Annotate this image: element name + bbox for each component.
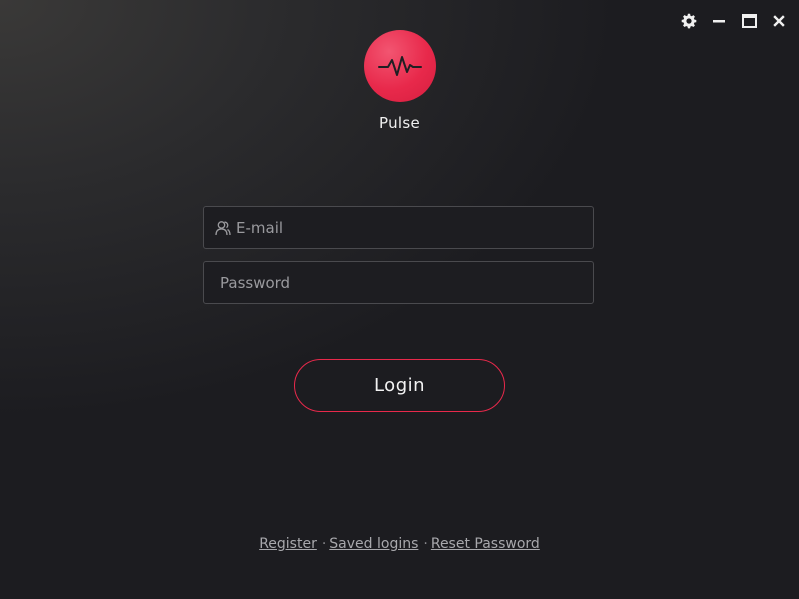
settings-button[interactable]	[679, 11, 699, 31]
link-separator: ·	[423, 536, 428, 552]
app-logo	[363, 30, 436, 102]
saved-logins-link[interactable]: Saved logins	[329, 536, 418, 552]
app-branding: Pulse	[0, 30, 799, 132]
email-input[interactable]	[236, 207, 593, 248]
reset-password-link[interactable]: Reset Password	[431, 536, 540, 552]
link-separator: ·	[321, 536, 327, 552]
gear-icon	[681, 13, 697, 29]
window-controls	[679, 11, 789, 31]
minimize-icon	[713, 20, 725, 23]
user-icon	[215, 220, 231, 236]
close-button[interactable]	[769, 11, 789, 31]
register-link[interactable]: Register	[259, 536, 317, 552]
email-field[interactable]	[203, 206, 594, 249]
close-icon	[773, 15, 785, 27]
minimize-button[interactable]	[709, 11, 729, 31]
password-field[interactable]	[203, 261, 594, 304]
login-button[interactable]: Login	[294, 359, 505, 412]
footer-links: Register · Saved logins · Reset Password	[0, 536, 799, 552]
heartbeat-icon	[377, 56, 422, 76]
maximize-button[interactable]	[739, 11, 759, 31]
app-name: Pulse	[379, 114, 420, 132]
maximize-icon	[741, 14, 757, 28]
password-input[interactable]	[204, 262, 593, 303]
